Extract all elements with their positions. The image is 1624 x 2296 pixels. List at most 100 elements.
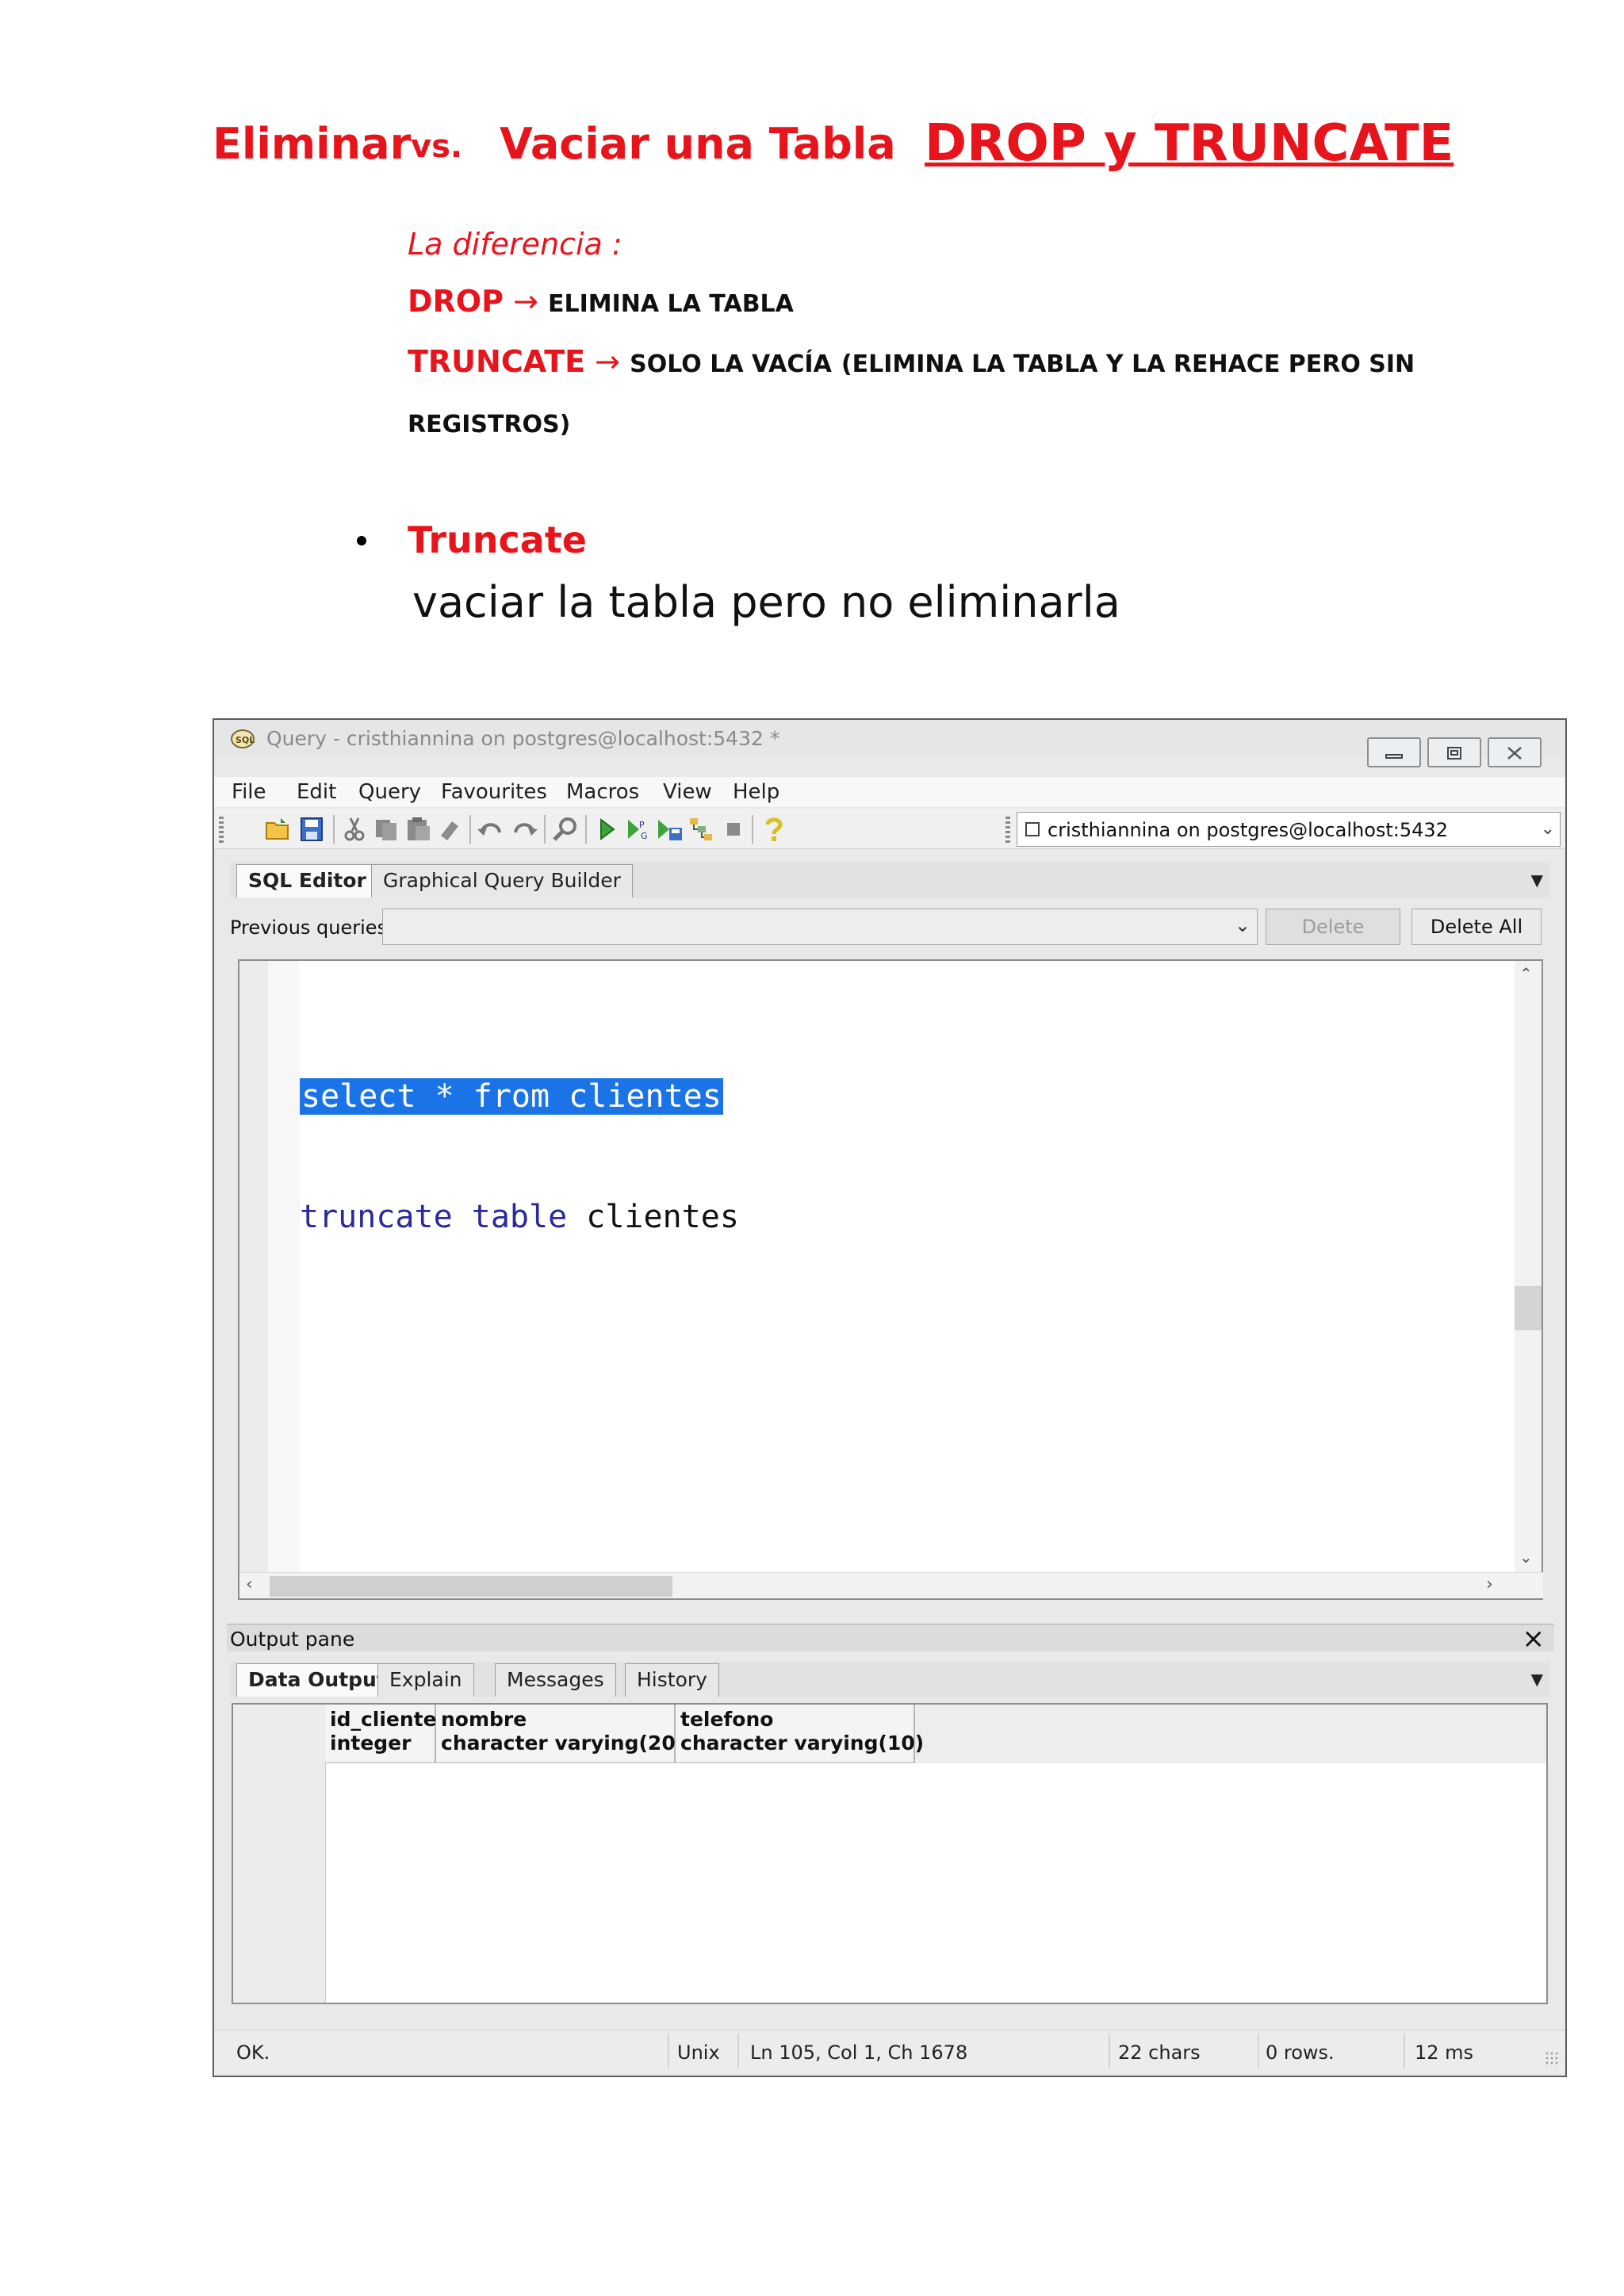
toolbar-separator	[752, 815, 753, 844]
explain-analyze-icon[interactable]	[687, 815, 717, 844]
cut-icon[interactable]	[339, 815, 370, 844]
column-type: character varying(20)	[441, 1732, 685, 1755]
tab-menu-arrow-icon[interactable]: ▼	[1531, 1670, 1543, 1689]
tab-sql-editor[interactable]: SQL Editor	[236, 864, 378, 897]
previous-queries-dropdown[interactable]: ⌄	[382, 909, 1258, 945]
stop-icon[interactable]	[718, 815, 749, 844]
bullet-description: vaciar la tabla pero no eliminarla	[412, 577, 1120, 627]
execute-icon[interactable]	[592, 815, 622, 844]
menu-file[interactable]: File	[232, 780, 266, 804]
toolbar: PG cristhiannina on postgres@localhost:5…	[214, 809, 1565, 849]
keyword-truncate-table: truncate table	[300, 1199, 568, 1235]
redo-icon[interactable]	[509, 815, 539, 844]
close-icon[interactable]: ×	[1522, 1623, 1545, 1655]
heading-vs: vs.	[411, 128, 463, 165]
menu-edit[interactable]: Edit	[297, 780, 336, 804]
query-window: SQL Query - cristhiannina on postgres@lo…	[213, 718, 1567, 2077]
fold-margin	[268, 961, 300, 1576]
output-tab-bar: Data Output Explain Messages History ▼	[230, 1662, 1549, 1697]
tab-menu-arrow-icon[interactable]: ▼	[1531, 871, 1543, 890]
heading-eliminar: Eliminar	[213, 119, 412, 169]
toolbar-separator	[333, 815, 335, 844]
tab-data-output[interactable]: Data Output	[236, 1663, 398, 1697]
connection-label: cristhiannina on postgres@localhost:5432	[1048, 819, 1448, 841]
menu-bar: File Edit Query Favourites Macros View H…	[214, 777, 1565, 807]
help-icon[interactable]	[758, 815, 788, 844]
vertical-scrollbar[interactable]: ⌃ ⌄	[1515, 961, 1542, 1576]
data-output-grid[interactable]: id_cliente integer nombre character vary…	[232, 1703, 1548, 2004]
tab-history[interactable]: History	[625, 1663, 719, 1697]
column-name: id_cliente	[330, 1708, 437, 1731]
status-separator	[1404, 2034, 1405, 2068]
scroll-right-icon[interactable]: ›	[1486, 1575, 1493, 1594]
minimize-icon	[1385, 754, 1403, 759]
execute-to-file-icon[interactable]	[655, 815, 685, 844]
svg-text:G: G	[641, 831, 648, 841]
column-type: character varying(10)	[680, 1732, 925, 1755]
column-header-id-cliente[interactable]: id_cliente integer	[325, 1705, 437, 1763]
truncate-query[interactable]: truncate table clientes	[300, 1199, 739, 1235]
paste-icon[interactable]	[403, 815, 433, 844]
menu-help[interactable]: Help	[733, 780, 779, 804]
close-window-button[interactable]	[1488, 737, 1542, 767]
truncate-note-end: REGISTROS)	[408, 411, 571, 438]
selected-query[interactable]: select * from clientes	[300, 1078, 723, 1115]
delete-all-button[interactable]: Delete All	[1411, 909, 1542, 945]
toolbar-separator	[585, 815, 587, 844]
chevron-down-icon: ⌄	[1234, 914, 1251, 936]
resize-grip-icon[interactable]	[1545, 2051, 1561, 2067]
delete-button[interactable]: Delete	[1266, 909, 1400, 945]
status-char-count: 22 chars	[1118, 2042, 1201, 2064]
toolbar-grip[interactable]	[1005, 817, 1010, 845]
tab-messages[interactable]: Messages	[495, 1663, 616, 1697]
scroll-left-icon[interactable]: ‹	[246, 1575, 253, 1594]
menu-macros[interactable]: Macros	[566, 780, 639, 804]
clear-icon[interactable]	[435, 815, 465, 844]
keyword-from: from	[473, 1078, 550, 1115]
code-table-name: clientes	[550, 1078, 722, 1115]
column-header-nombre[interactable]: nombre character varying(20)	[436, 1705, 684, 1763]
keyword-select: select	[301, 1078, 416, 1115]
undo-icon[interactable]	[476, 815, 506, 844]
menu-query[interactable]: Query	[358, 780, 421, 804]
difference-intro: La diferencia :	[408, 227, 622, 262]
scroll-up-icon[interactable]: ⌃	[1519, 964, 1533, 983]
horizontal-scrollbar[interactable]: ‹ ›	[239, 1572, 1543, 1598]
menu-view[interactable]: View	[663, 780, 712, 804]
drop-description: ELIMINA LA TABLA	[548, 290, 794, 318]
save-icon[interactable]	[297, 815, 327, 844]
sql-editor[interactable]: select * from clientes truncate table cl…	[238, 959, 1543, 1600]
tab-explain[interactable]: Explain	[377, 1663, 474, 1697]
output-pane-title: Output pane	[230, 1628, 355, 1651]
column-type: integer	[330, 1732, 412, 1755]
scroll-down-icon[interactable]: ⌄	[1519, 1548, 1533, 1567]
copy-icon[interactable]	[371, 815, 401, 844]
menu-favourites[interactable]: Favourites	[441, 780, 547, 804]
app-elephant-icon: SQL	[231, 729, 255, 748]
column-header-telefono[interactable]: telefono character varying(10)	[676, 1705, 924, 1763]
maximize-button[interactable]	[1427, 737, 1481, 767]
status-row-count: 0 rows.	[1266, 2042, 1335, 2064]
explain-icon[interactable]: PG	[623, 815, 653, 844]
horizontal-scroll-thumb[interactable]	[270, 1576, 672, 1597]
chevron-down-icon[interactable]: ⌄	[1541, 819, 1555, 839]
drop-line: DROP → ELIMINA LA TABLA	[408, 273, 1549, 333]
connection-checkbox[interactable]	[1025, 822, 1040, 836]
open-folder-icon[interactable]	[263, 815, 293, 844]
toolbar-separator	[544, 815, 546, 844]
tab-graphical-query-builder[interactable]: Graphical Query Builder	[371, 864, 633, 897]
window-titlebar[interactable]: SQL Query - cristhiannina on postgres@lo…	[214, 720, 1565, 767]
status-separator	[737, 2034, 739, 2068]
toolbar-grip[interactable]	[219, 817, 224, 845]
vertical-scroll-thumb[interactable]	[1515, 1286, 1542, 1330]
connection-selector[interactable]: cristhiannina on postgres@localhost:5432…	[1017, 812, 1561, 847]
previous-queries-row: Previous queries ⌄ Delete Delete All	[230, 907, 1549, 945]
toolbar-separator	[469, 815, 471, 844]
svg-text:P: P	[639, 820, 645, 830]
minimize-button[interactable]	[1367, 737, 1421, 767]
bullet-title: Truncate	[408, 519, 588, 561]
heading-vaciar: Vaciar una Tabla	[500, 119, 896, 169]
find-icon[interactable]	[550, 815, 580, 844]
difference-section: La diferencia : DROP → ELIMINA LA TABLA …	[408, 216, 1549, 453]
status-separator	[668, 2034, 669, 2068]
